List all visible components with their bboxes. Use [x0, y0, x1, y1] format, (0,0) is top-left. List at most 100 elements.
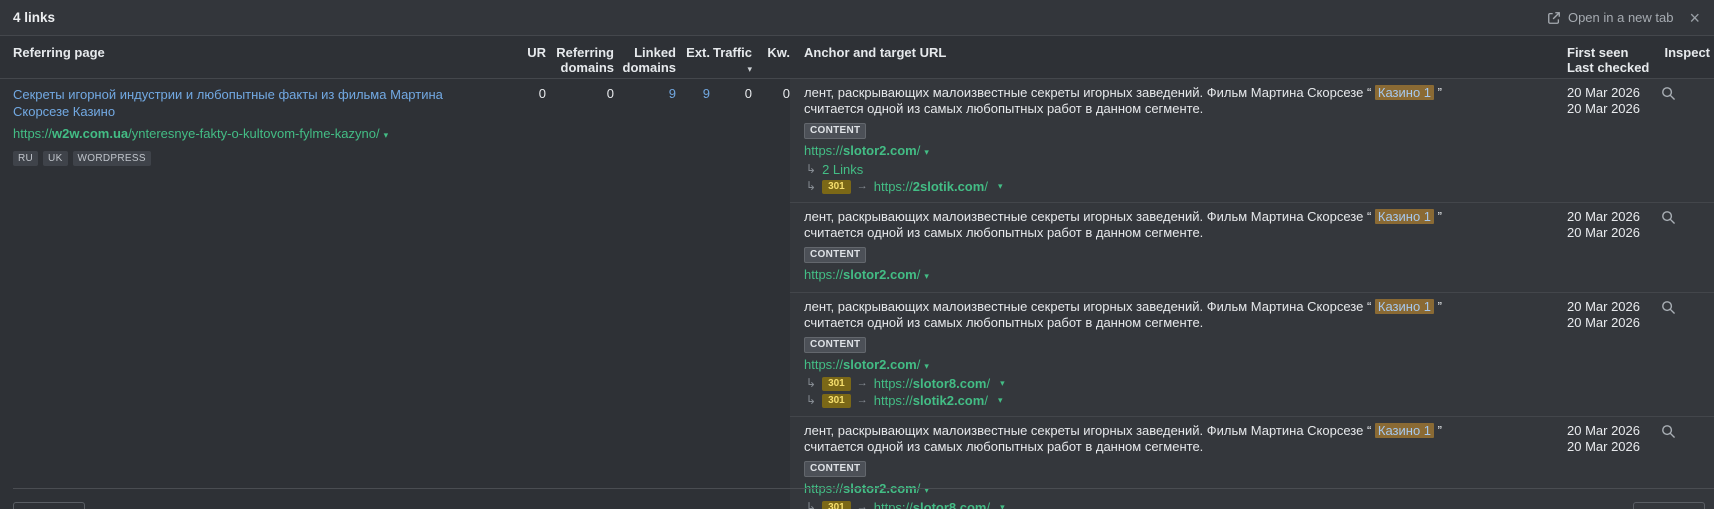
anchor-highlight: Казино 1	[1375, 209, 1434, 224]
referring-page-cell: Секреты игорной индустрии и любопытные ф…	[0, 79, 480, 509]
url-dropdown-caret-icon[interactable]: ▾	[924, 147, 929, 157]
links-count-row: ↳2 Links	[804, 161, 1464, 178]
url-dropdown-caret-icon[interactable]: ▾	[998, 392, 1003, 409]
anchor-highlight: Казино 1	[1375, 299, 1434, 314]
panel-header: 4 links Open in a new tab ×	[0, 0, 1714, 36]
redirect-target-link[interactable]: https://slotor8.com/	[874, 375, 990, 392]
col-referring-domains: Referring domains	[546, 45, 614, 75]
sort-caret-icon: ▾	[747, 64, 752, 74]
dates: 20 Mar 202620 Mar 2026	[1567, 209, 1640, 241]
table-footer	[13, 488, 1714, 509]
language-badge: RU	[13, 151, 38, 166]
anchor-text: лент, раскрывающих малоизвестные секреты…	[804, 299, 1464, 331]
content-badge: CONTENT	[804, 247, 866, 263]
col-ext: Ext.	[676, 45, 710, 60]
anchor-text: лент, раскрывающих малоизвестные секреты…	[804, 209, 1464, 241]
anchor-target-cell: лент, раскрывающих малоизвестные секреты…	[790, 79, 1714, 509]
last-checked-date: 20 Mar 2026	[1567, 439, 1640, 454]
col-ur: UR	[480, 45, 546, 60]
redirect-target-link[interactable]: https://slotik2.com/	[874, 392, 988, 409]
link-type: CONTENT	[804, 245, 1464, 263]
link-entry: лент, раскрывающих малоизвестные секреты…	[790, 79, 1714, 203]
col-traffic-sort[interactable]: Traffic ▾	[710, 45, 752, 77]
target-url-link[interactable]: https://slotor2.com/▾	[804, 266, 1464, 285]
platform-badge: WORDPRESS	[73, 151, 151, 166]
inspect-icon[interactable]	[1661, 86, 1676, 101]
first-seen-date: 20 Mar 2026	[1567, 209, 1640, 224]
url-dropdown-caret-icon[interactable]: ▾	[924, 361, 929, 371]
col-kw: Kw.	[752, 45, 790, 60]
anchor-highlight: Казино 1	[1375, 85, 1434, 100]
referring-page-title-link[interactable]: Секреты игорной индустрии и любопытные ф…	[13, 86, 466, 120]
dates: 20 Mar 202620 Mar 2026	[1567, 85, 1640, 117]
inspect-icon[interactable]	[1661, 424, 1676, 439]
url-dropdown-caret-icon[interactable]: ▾	[998, 178, 1003, 195]
redirect-code-badge: 301	[822, 394, 851, 408]
url-dropdown-caret-icon[interactable]: ▾	[1000, 375, 1005, 392]
right-arrow-icon: →	[857, 178, 868, 195]
col-anchor: Anchor and target URL	[804, 45, 946, 60]
redirect-code-badge: 301	[822, 180, 851, 194]
dates: 20 Mar 202620 Mar 2026	[1567, 423, 1640, 455]
redirect-target-link[interactable]: https://2slotik.com/	[874, 178, 988, 195]
panel-title: 4 links	[13, 10, 55, 25]
ur-value: 0	[480, 79, 546, 509]
language-badge: UK	[43, 151, 68, 166]
external-link-icon	[1547, 11, 1561, 25]
footer-right-button[interactable]	[1633, 502, 1705, 509]
kw-value: 0	[752, 79, 790, 509]
col-anchor-area: Anchor and target URL First seen Last ch…	[790, 45, 1714, 60]
redirect-row: ↳ 301 → https://2slotik.com/ ▾	[804, 178, 1464, 195]
url-dropdown-caret-icon[interactable]: ▾	[384, 130, 389, 140]
link-entry: лент, раскрывающих малоизвестные секреты…	[790, 203, 1714, 293]
panel-header-actions: Open in a new tab ×	[1547, 9, 1702, 27]
content-badge: CONTENT	[804, 461, 866, 477]
content-badge: CONTENT	[804, 123, 866, 139]
table-row: Секреты игорной индустрии и любопытные ф…	[0, 79, 1714, 509]
elbow-arrow-icon: ↳	[806, 178, 816, 195]
inspect-icon[interactable]	[1661, 300, 1676, 315]
anchor-text: лент, раскрывающих малоизвестные секреты…	[804, 85, 1464, 117]
right-arrow-icon: →	[857, 392, 868, 409]
col-linked-domains: Linked domains	[614, 45, 676, 75]
first-seen-date: 20 Mar 2026	[1567, 85, 1640, 100]
anchor-highlight: Казино 1	[1375, 423, 1434, 438]
redirect-row: ↳ 301 → https://slotor8.com/ ▾	[804, 375, 1464, 392]
target-url-link[interactable]: https://slotor2.com/▾	[804, 142, 1464, 161]
target-url-link[interactable]: https://slotor2.com/▾	[804, 356, 1464, 375]
links-count-link[interactable]: 2 Links	[822, 161, 863, 178]
url-dropdown-caret-icon[interactable]: ▾	[924, 271, 929, 281]
redirect-row: ↳ 301 → https://slotik2.com/ ▾	[804, 392, 1464, 409]
traffic-value: 0	[710, 79, 752, 509]
table-header: Referring page UR Referring domains Link…	[0, 36, 1714, 79]
first-seen-date: 20 Mar 2026	[1567, 299, 1640, 314]
elbow-arrow-icon: ↳	[806, 392, 816, 409]
referring-page-url-link[interactable]: https://w2w.com.ua/ynteresnye-fakty-o-ku…	[13, 125, 466, 144]
close-icon[interactable]: ×	[1687, 9, 1702, 27]
last-checked-date: 20 Mar 2026	[1567, 315, 1640, 330]
last-checked-date: 20 Mar 2026	[1567, 101, 1640, 116]
elbow-arrow-icon: ↳	[806, 375, 816, 392]
link-type: CONTENT	[804, 121, 1464, 139]
col-inspect: Inspect	[1664, 45, 1710, 60]
page-badges: RU UK WORDPRESS	[13, 151, 466, 166]
content-badge: CONTENT	[804, 337, 866, 353]
open-in-new-tab-button[interactable]: Open in a new tab	[1547, 10, 1674, 25]
last-checked-date: 20 Mar 2026	[1567, 225, 1640, 240]
col-referring-page: Referring page	[0, 45, 480, 60]
link-type: CONTENT	[804, 335, 1464, 353]
link-entry: лент, раскрывающих малоизвестные секреты…	[790, 293, 1714, 417]
linked-domains-value: 9	[614, 79, 676, 509]
dates: 20 Mar 202620 Mar 2026	[1567, 299, 1640, 331]
open-in-new-tab-label: Open in a new tab	[1568, 10, 1674, 25]
referring-domains-value: 0	[546, 79, 614, 509]
link-type: CONTENT	[804, 459, 1464, 477]
first-seen-date: 20 Mar 2026	[1567, 423, 1640, 438]
anchor-text: лент, раскрывающих малоизвестные секреты…	[804, 423, 1464, 455]
col-first-seen: First seen Last checked	[1567, 45, 1649, 75]
ext-value: 9	[676, 79, 710, 509]
inspect-icon[interactable]	[1661, 210, 1676, 225]
right-arrow-icon: →	[857, 375, 868, 392]
redirect-code-badge: 301	[822, 377, 851, 391]
footer-left-button[interactable]	[13, 502, 85, 509]
